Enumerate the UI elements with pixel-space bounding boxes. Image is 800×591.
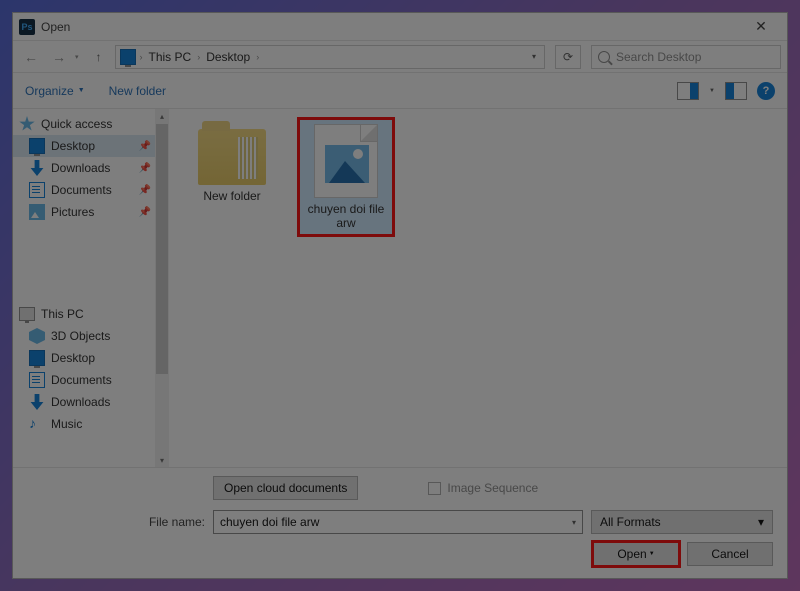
file-list[interactable]: New folder chuyen doi file arw — [169, 109, 787, 467]
pin-icon: 📌 — [139, 163, 151, 174]
image-sequence-checkbox[interactable]: Image Sequence — [428, 481, 538, 495]
document-icon — [29, 372, 45, 388]
back-button[interactable]: ← — [19, 45, 43, 69]
forward-button[interactable]: → — [47, 45, 71, 69]
breadcrumb[interactable]: Desktop — [204, 50, 252, 64]
pc-icon — [120, 49, 136, 65]
file-label: chuyen doi file arw — [304, 202, 388, 230]
up-button[interactable]: ↑ — [87, 45, 111, 69]
music-icon: ♪ — [29, 416, 45, 432]
scroll-up-icon[interactable]: ▴ — [155, 109, 169, 123]
chevron-right-icon: › — [140, 52, 143, 62]
chevron-down-icon[interactable]: ▾ — [572, 518, 576, 527]
file-label: New folder — [203, 189, 260, 203]
scroll-down-icon[interactable]: ▾ — [155, 453, 169, 467]
dialog-body: Quick access Desktop📌 Downloads📌 Documen… — [13, 109, 787, 467]
image-file-icon — [314, 124, 378, 198]
download-icon — [29, 394, 45, 410]
sidebar-item-documents[interactable]: Documents📌 — [13, 179, 169, 201]
search-input[interactable]: Search Desktop — [591, 45, 781, 69]
chevron-down-icon[interactable]: ▼ — [709, 88, 715, 94]
pc-icon — [19, 307, 35, 321]
pin-icon: 📌 — [139, 207, 151, 218]
open-cloud-documents-button[interactable]: Open cloud documents — [213, 476, 358, 500]
file-item-folder[interactable]: New folder — [185, 119, 279, 207]
sidebar-group-this-pc[interactable]: This PC — [13, 303, 169, 325]
bottom-panel: Open cloud documents Image Sequence File… — [13, 467, 787, 578]
desktop-icon — [29, 138, 45, 154]
breadcrumb[interactable]: This PC — [147, 50, 194, 64]
open-button[interactable]: Open▼ — [593, 542, 679, 566]
address-dropdown-icon[interactable]: ▾ — [532, 52, 540, 61]
scroll-thumb[interactable] — [156, 124, 168, 374]
pin-icon: 📌 — [139, 185, 151, 196]
chevron-down-icon: ▾ — [758, 515, 764, 529]
titlebar: Ps Open ✕ — [13, 13, 787, 41]
sidebar-group-quick-access[interactable]: Quick access — [13, 113, 169, 135]
view-mode-button[interactable] — [677, 82, 699, 100]
cube-icon — [29, 328, 45, 344]
search-placeholder: Search Desktop — [616, 50, 701, 64]
toolbar: Organize▼ New folder ▼ ? — [13, 73, 787, 109]
dialog-title: Open — [41, 20, 70, 34]
sidebar-item-desktop[interactable]: Desktop — [13, 347, 169, 369]
navigation-pane: Quick access Desktop📌 Downloads📌 Documen… — [13, 109, 169, 467]
sidebar-item-documents[interactable]: Documents — [13, 369, 169, 391]
navigation-bar: ← → ▾ ↑ › This PC › Desktop › ▾ ⟳ Search… — [13, 41, 787, 73]
sidebar-item-3d-objects[interactable]: 3D Objects — [13, 325, 169, 347]
document-icon — [29, 182, 45, 198]
star-icon — [19, 116, 35, 132]
organize-menu[interactable]: Organize▼ — [25, 84, 85, 98]
sidebar-item-music[interactable]: ♪ Music — [13, 413, 169, 435]
search-icon — [598, 51, 610, 63]
sidebar-item-pictures[interactable]: Pictures📌 — [13, 201, 169, 223]
file-type-filter[interactable]: All Formats ▾ — [591, 510, 773, 534]
cancel-button[interactable]: Cancel — [687, 542, 773, 566]
sidebar-item-desktop[interactable]: Desktop📌 — [13, 135, 169, 157]
sidebar-item-downloads[interactable]: Downloads — [13, 391, 169, 413]
preview-pane-button[interactable] — [725, 82, 747, 100]
chevron-right-icon: › — [197, 52, 200, 62]
address-bar[interactable]: › This PC › Desktop › ▾ — [115, 45, 545, 69]
photoshop-icon: Ps — [19, 19, 35, 35]
chevron-right-icon: › — [256, 52, 259, 62]
sidebar-scrollbar[interactable]: ▴ ▾ — [155, 109, 169, 467]
file-name-input[interactable]: chuyen doi file arw ▾ — [213, 510, 583, 534]
new-folder-button[interactable]: New folder — [109, 84, 166, 98]
history-dropdown-icon[interactable]: ▾ — [75, 53, 79, 61]
download-icon — [29, 160, 45, 176]
refresh-button[interactable]: ⟳ — [555, 45, 581, 69]
sidebar-item-downloads[interactable]: Downloads📌 — [13, 157, 169, 179]
open-dialog: Ps Open ✕ ← → ▾ ↑ › This PC › Desktop › … — [12, 12, 788, 579]
desktop-icon — [29, 350, 45, 366]
pin-icon: 📌 — [139, 141, 151, 152]
file-name-label: File name: — [27, 515, 205, 529]
checkbox-icon — [428, 482, 441, 495]
file-item-image[interactable]: chuyen doi file arw — [299, 119, 393, 235]
folder-icon — [198, 129, 266, 185]
chevron-down-icon: ▼ — [78, 87, 85, 94]
pictures-icon — [29, 204, 45, 220]
help-button[interactable]: ? — [757, 82, 775, 100]
close-button[interactable]: ✕ — [741, 13, 781, 41]
chevron-down-icon: ▼ — [649, 551, 655, 557]
